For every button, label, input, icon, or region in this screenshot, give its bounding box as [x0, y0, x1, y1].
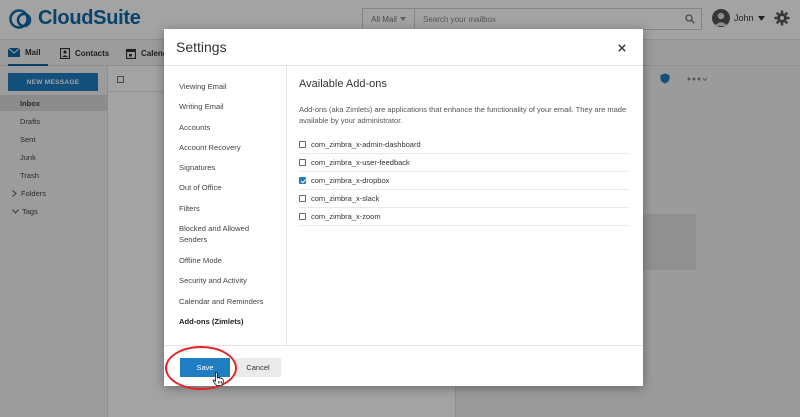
content-description: Add-ons (aka Zimlets) are applications t… [299, 105, 627, 125]
addon-row[interactable]: com_zimbra_x-user-feedback [299, 154, 629, 172]
addon-name: com_zimbra_x-user-feedback [311, 158, 410, 167]
addon-name: com_zimbra_x-dropbox [311, 176, 390, 185]
settings-nav: Viewing Email Writing Email Accounts Acc… [164, 66, 287, 345]
addon-checkbox[interactable] [299, 195, 306, 202]
addon-row[interactable]: com_zimbra_x-admin-dashboard [299, 136, 629, 154]
content-title: Available Add-ons [299, 78, 387, 90]
settings-nav-filters[interactable]: Filters [179, 203, 279, 214]
hand-cursor-icon [212, 372, 224, 386]
settings-nav-signatures[interactable]: Signatures [179, 162, 279, 173]
settings-nav-security-activity[interactable]: Security and Activity [179, 275, 279, 286]
cancel-button[interactable]: Cancel [235, 358, 281, 377]
settings-nav-writing-email[interactable]: Writing Email [179, 101, 279, 112]
addon-checkbox[interactable] [299, 141, 306, 148]
addon-checkbox[interactable] [299, 213, 306, 220]
addon-row[interactable]: com_zimbra_x-zoom [299, 208, 629, 226]
addon-name: com_zimbra_x-zoom [311, 212, 381, 221]
settings-dialog: Settings Viewing Email Writing Email Acc… [164, 29, 643, 386]
addon-name: com_zimbra_x-admin-dashboard [311, 140, 421, 149]
dialog-header: Settings [164, 29, 643, 66]
addon-row[interactable]: com_zimbra_x-dropbox [299, 172, 629, 190]
close-icon [618, 44, 626, 52]
settings-nav-account-recovery[interactable]: Account Recovery [179, 142, 279, 153]
close-button[interactable] [615, 41, 629, 55]
addon-checkbox[interactable] [299, 159, 306, 166]
settings-nav-viewing-email[interactable]: Viewing Email [179, 81, 279, 92]
settings-nav-blocked-allowed-senders[interactable]: Blocked and Allowed Senders [179, 223, 269, 245]
settings-nav-add-ons[interactable]: Add-ons (Zimlets) [179, 316, 279, 327]
settings-nav-accounts[interactable]: Accounts [179, 122, 279, 133]
addon-name: com_zimbra_x-slack [311, 194, 380, 203]
highlight-ring [165, 346, 237, 390]
settings-nav-offline-mode[interactable]: Offline Mode [179, 255, 279, 266]
addon-row[interactable]: com_zimbra_x-slack [299, 190, 629, 208]
settings-nav-out-of-office[interactable]: Out of Office [179, 182, 279, 193]
dialog-title: Settings [176, 39, 227, 55]
addon-checkbox[interactable] [299, 177, 306, 184]
settings-nav-calendar-reminders[interactable]: Calendar and Reminders [179, 296, 279, 307]
